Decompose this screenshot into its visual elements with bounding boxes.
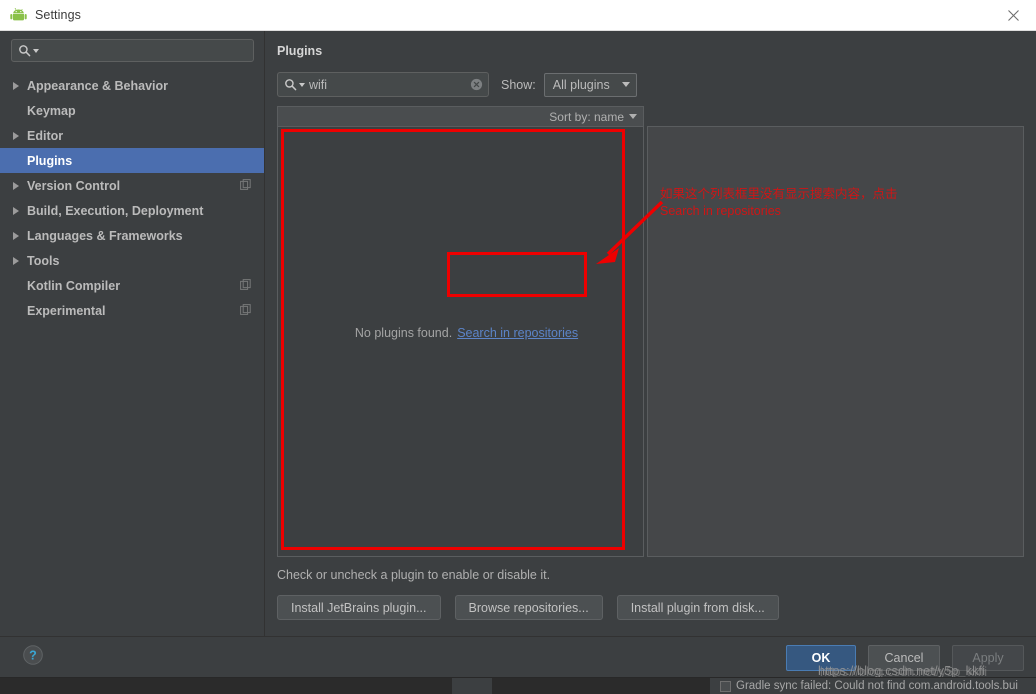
show-filter-value: All plugins (552, 77, 610, 92)
sidebar-item-label: Version Control (27, 178, 121, 193)
project-scope-icon (240, 178, 251, 193)
project-scope-icon (240, 278, 251, 293)
chevron-right-icon[interactable] (10, 206, 27, 215)
android-icon (10, 7, 27, 23)
search-icon (18, 44, 31, 57)
sidebar-item-label: Editor (27, 128, 64, 143)
svg-text:?: ? (29, 648, 37, 662)
sidebar-item-languages-frameworks[interactable]: Languages & Frameworks (0, 223, 264, 248)
search-history-caret[interactable] (299, 82, 305, 87)
plugin-search-input[interactable]: wifi (277, 72, 489, 97)
help-icon[interactable]: ? (22, 644, 44, 671)
plugin-detail-pane (647, 126, 1024, 557)
chevron-down-icon (629, 114, 637, 119)
cancel-button[interactable]: Cancel (868, 644, 940, 671)
sidebar-item-label: Languages & Frameworks (27, 228, 183, 243)
statusbar-left-block (0, 678, 452, 694)
settings-sidebar: Appearance & Behavior Keymap Editor Plug… (0, 31, 265, 636)
sidebar-item-label: Appearance & Behavior (27, 78, 169, 93)
sort-by-header[interactable]: Sort by: name (277, 106, 644, 126)
empty-state: No plugins found. Search in repositories (355, 326, 578, 340)
statusbar-message[interactable]: Gradle sync failed: Could not find com.a… (710, 680, 1036, 692)
sidebar-item-appearance-behavior[interactable]: Appearance & Behavior (0, 73, 264, 98)
browse-repositories-label: Browse repositories... (468, 600, 589, 615)
ok-button-label: OK (811, 650, 831, 665)
browse-repositories-button[interactable]: Browse repositories... (454, 595, 603, 620)
install-jetbrains-plugin-label: Install JetBrains plugin... (291, 600, 427, 615)
search-icon (284, 78, 297, 91)
statusbar-message-text: Gradle sync failed: Could not find com.a… (736, 680, 1018, 692)
sidebar-item-editor[interactable]: Editor (0, 123, 264, 148)
chevron-right-icon[interactable] (10, 81, 27, 90)
cancel-button-label: Cancel (884, 650, 924, 665)
dialog-titlebar: Settings (0, 0, 1036, 31)
plugin-search-value: wifi (309, 77, 328, 92)
chevron-right-icon[interactable] (10, 231, 27, 240)
settings-dialog: Settings Appearance & Behavior Keymap Ed… (0, 0, 1036, 678)
sidebar-item-label: Experimental (27, 303, 106, 318)
statusbar-mid-block (452, 678, 492, 694)
plugins-hint: Check or uncheck a plugin to enable or d… (277, 568, 551, 582)
sidebar-item-build-execution-deployment[interactable]: Build, Execution, Deployment (0, 198, 264, 223)
apply-button-label: Apply (972, 650, 1004, 665)
settings-category-tree: Appearance & Behavior Keymap Editor Plug… (0, 73, 264, 323)
search-dropdown-caret[interactable] (33, 48, 39, 53)
sidebar-item-experimental[interactable]: Experimental (0, 298, 264, 323)
sidebar-search-input[interactable] (11, 39, 254, 62)
ok-button[interactable]: OK (786, 644, 856, 671)
sidebar-item-label: Kotlin Compiler (27, 278, 121, 293)
dialog-footer: ? OK Cancel Apply (0, 636, 1036, 678)
sidebar-item-keymap[interactable]: Keymap (0, 98, 264, 123)
dialog-title: Settings (35, 8, 81, 22)
empty-state-text: No plugins found. (354, 325, 453, 340)
dialog-body: Appearance & Behavior Keymap Editor Plug… (0, 31, 1036, 636)
apply-button[interactable]: Apply (952, 644, 1024, 671)
show-filter-label: Show: (501, 77, 536, 92)
sidebar-item-plugins[interactable]: Plugins (0, 148, 264, 173)
install-plugin-from-disk-label: Install plugin from disk... (630, 600, 765, 615)
sidebar-item-version-control[interactable]: Version Control (0, 173, 264, 198)
sort-by-label: Sort by: name (549, 109, 624, 124)
plugins-panel: Plugins wifi Show: All plugins Sort by: … (265, 31, 1036, 636)
sidebar-item-kotlin-compiler[interactable]: Kotlin Compiler (0, 273, 264, 298)
screen-root: Settings Appearance & Behavior Keymap Ed… (0, 0, 1036, 694)
search-in-repositories-link[interactable]: Search in repositories (457, 326, 578, 340)
sidebar-item-label: Build, Execution, Deployment (27, 203, 204, 218)
statusbar-event-icon (720, 680, 731, 692)
install-jetbrains-plugin-button[interactable]: Install JetBrains plugin... (277, 595, 441, 620)
plugin-list[interactable]: No plugins found. Search in repositories (277, 126, 644, 557)
ide-statusbar: Gradle sync failed: Could not find com.a… (0, 677, 1036, 694)
install-plugin-from-disk-button[interactable]: Install plugin from disk... (616, 595, 779, 620)
close-icon[interactable] (990, 0, 1036, 31)
sidebar-item-label: Keymap (27, 103, 76, 118)
chevron-right-icon[interactable] (10, 181, 27, 190)
sidebar-item-tools[interactable]: Tools (0, 248, 264, 273)
chevron-right-icon[interactable] (10, 256, 27, 265)
page-title: Plugins (277, 44, 323, 58)
sidebar-item-label: Plugins (27, 153, 73, 168)
plugins-split-area: No plugins found. Search in repositories (277, 126, 1024, 557)
clear-circle-icon[interactable] (470, 78, 483, 91)
sidebar-item-label: Tools (27, 253, 60, 268)
project-scope-icon (240, 303, 251, 318)
plugins-toolbar: wifi Show: All plugins (277, 72, 1024, 97)
show-filter-dropdown[interactable]: All plugins (543, 72, 637, 97)
chevron-down-icon (621, 82, 630, 87)
chevron-right-icon[interactable] (10, 131, 27, 140)
statusbar-tab-block (492, 678, 710, 694)
plugins-action-buttons: Install JetBrains plugin... Browse repos… (277, 595, 1024, 620)
